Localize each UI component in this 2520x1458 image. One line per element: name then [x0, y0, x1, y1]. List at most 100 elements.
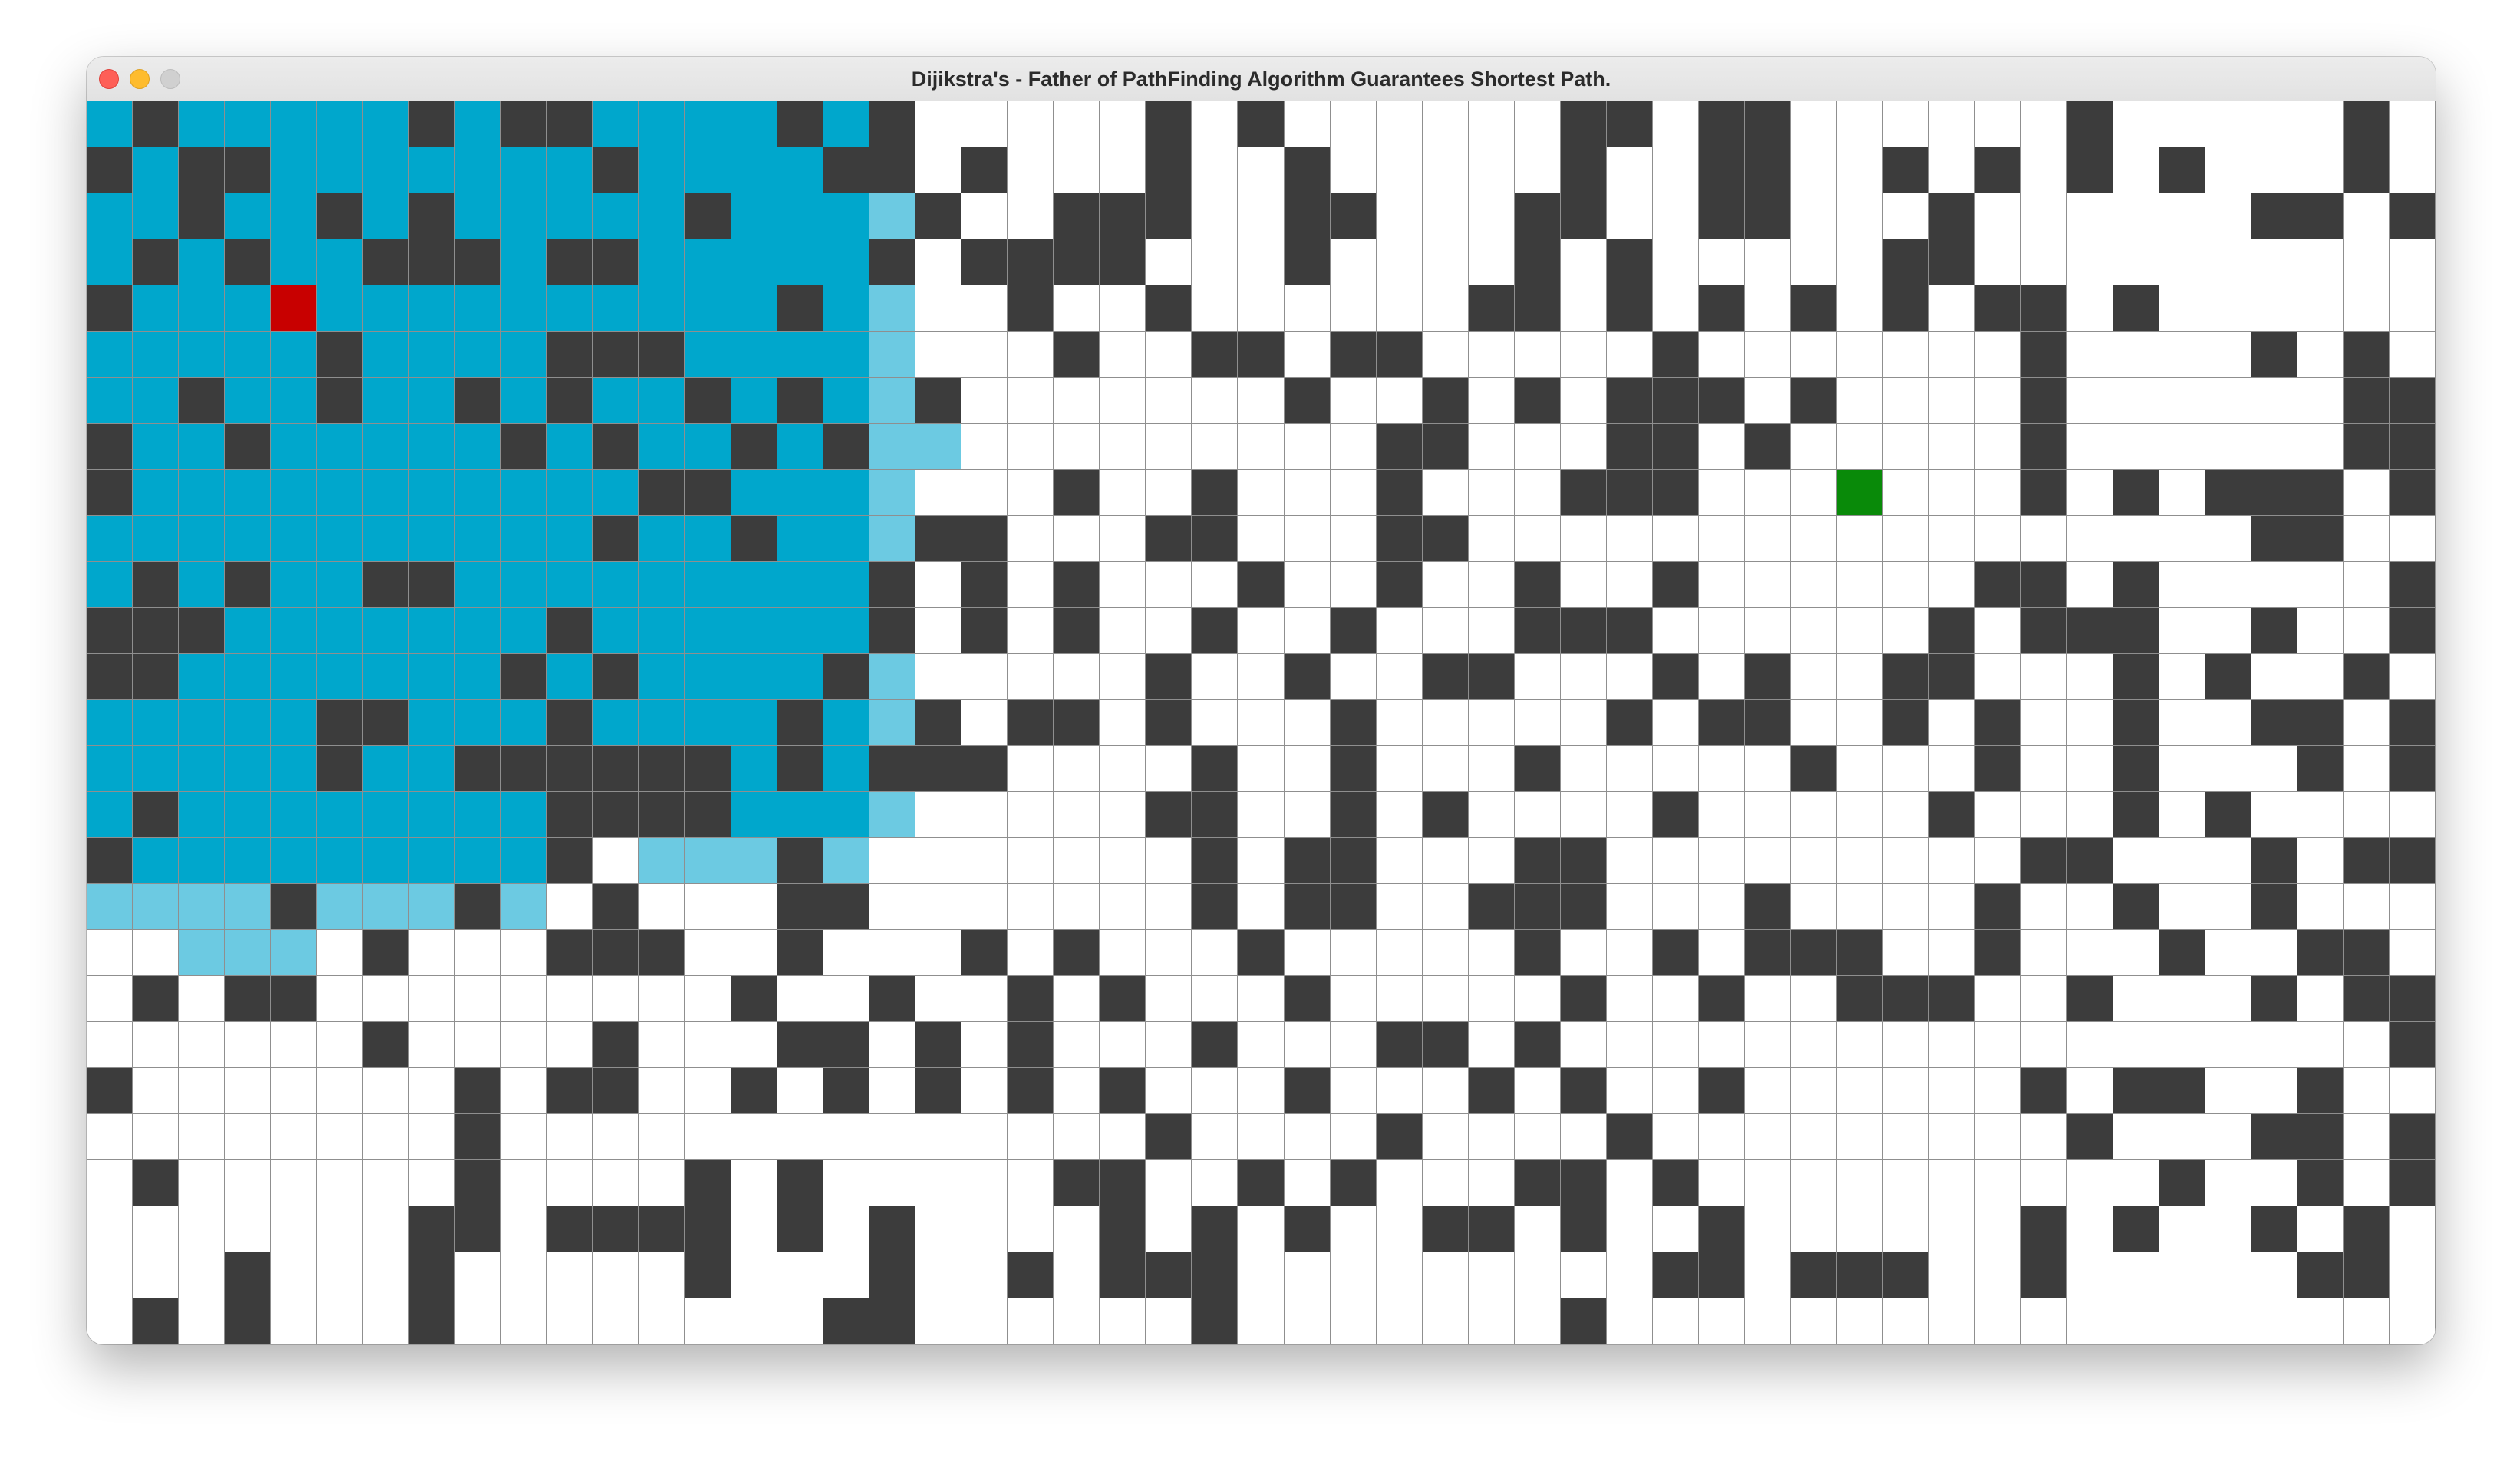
wall-cell[interactable] — [1514, 884, 1561, 930]
grid-cell[interactable] — [961, 654, 1008, 700]
grid-cell[interactable] — [1698, 792, 1745, 838]
wall-cell[interactable] — [1744, 930, 1791, 976]
grid-cell[interactable] — [1652, 1298, 1699, 1344]
grid-cell[interactable] — [409, 1068, 456, 1114]
wall-cell[interactable] — [593, 654, 640, 700]
grid-cell[interactable] — [1284, 1252, 1331, 1298]
visited-cell[interactable] — [823, 746, 870, 792]
visited-cell[interactable] — [363, 654, 410, 700]
grid-cell[interactable] — [1744, 838, 1791, 884]
wall-cell[interactable] — [1790, 930, 1837, 976]
grid-cell[interactable] — [1744, 470, 1791, 516]
wall-cell[interactable] — [593, 930, 640, 976]
grid-cell[interactable] — [1560, 700, 1607, 746]
grid-cell[interactable] — [1928, 101, 1975, 147]
grid-cell[interactable] — [2020, 516, 2067, 562]
frontier-cell[interactable] — [869, 332, 916, 378]
wall-cell[interactable] — [455, 884, 502, 930]
visited-cell[interactable] — [547, 193, 594, 239]
wall-cell[interactable] — [1284, 239, 1331, 285]
grid-cell[interactable] — [915, 1206, 962, 1252]
grid-cell[interactable] — [1790, 654, 1837, 700]
wall-cell[interactable] — [915, 378, 962, 424]
grid-cell[interactable] — [1376, 239, 1423, 285]
grid-cell[interactable] — [2159, 378, 2205, 424]
grid-cell[interactable] — [2159, 239, 2205, 285]
grid-cell[interactable] — [501, 976, 548, 1022]
wall-cell[interactable] — [685, 746, 732, 792]
grid-cell[interactable] — [1790, 101, 1837, 147]
wall-cell[interactable] — [2297, 1160, 2344, 1206]
wall-cell[interactable] — [961, 147, 1008, 193]
grid-cell[interactable] — [2297, 147, 2344, 193]
visited-cell[interactable] — [501, 378, 548, 424]
visited-cell[interactable] — [547, 516, 594, 562]
grid-cell[interactable] — [1238, 239, 1285, 285]
wall-cell[interactable] — [1238, 930, 1285, 976]
wall-cell[interactable] — [1192, 792, 1239, 838]
wall-cell[interactable] — [179, 147, 226, 193]
grid-cell[interactable] — [2343, 1022, 2390, 1068]
visited-cell[interactable] — [363, 838, 410, 884]
grid-cell[interactable] — [2113, 332, 2159, 378]
grid-cell[interactable] — [2020, 976, 2067, 1022]
wall-cell[interactable] — [1422, 516, 1469, 562]
visited-cell[interactable] — [593, 700, 640, 746]
grid-cell[interactable] — [2113, 1252, 2159, 1298]
wall-cell[interactable] — [1560, 976, 1607, 1022]
wall-cell[interactable] — [2343, 1252, 2390, 1298]
grid-cell[interactable] — [1928, 147, 1975, 193]
wall-cell[interactable] — [1652, 562, 1699, 608]
wall-cell[interactable] — [823, 147, 870, 193]
visited-cell[interactable] — [225, 285, 272, 332]
grid-cell[interactable] — [1652, 884, 1699, 930]
grid-cell[interactable] — [1468, 516, 1515, 562]
wall-cell[interactable] — [777, 1022, 824, 1068]
wall-cell[interactable] — [639, 930, 686, 976]
grid-cell[interactable] — [2113, 1114, 2159, 1160]
grid-cell[interactable] — [1514, 654, 1561, 700]
wall-cell[interactable] — [823, 884, 870, 930]
frontier-cell[interactable] — [639, 838, 686, 884]
grid-cell[interactable] — [731, 1298, 778, 1344]
grid-cell[interactable] — [1652, 976, 1699, 1022]
wall-cell[interactable] — [1652, 470, 1699, 516]
wall-cell[interactable] — [1008, 239, 1054, 285]
visited-cell[interactable] — [179, 470, 226, 516]
visited-cell[interactable] — [317, 470, 364, 516]
visited-cell[interactable] — [455, 101, 502, 147]
visited-cell[interactable] — [87, 700, 134, 746]
grid-cell[interactable] — [1376, 193, 1423, 239]
grid-cell[interactable] — [2297, 332, 2344, 378]
wall-cell[interactable] — [409, 562, 456, 608]
grid-cell[interactable] — [1560, 239, 1607, 285]
grid-cell[interactable] — [1836, 608, 1883, 654]
wall-cell[interactable] — [87, 838, 134, 884]
grid-cell[interactable] — [1330, 1298, 1377, 1344]
grid-cell[interactable] — [2066, 1160, 2113, 1206]
grid-cell[interactable] — [2066, 193, 2113, 239]
grid-cell[interactable] — [1330, 930, 1377, 976]
wall-cell[interactable] — [225, 562, 272, 608]
wall-cell[interactable] — [1836, 930, 1883, 976]
wall-cell[interactable] — [1008, 1252, 1054, 1298]
wall-cell[interactable] — [731, 424, 778, 470]
wall-cell[interactable] — [869, 976, 916, 1022]
wall-cell[interactable] — [915, 700, 962, 746]
visited-cell[interactable] — [133, 332, 180, 378]
wall-cell[interactable] — [2113, 792, 2159, 838]
grid-cell[interactable] — [2159, 424, 2205, 470]
grid-cell[interactable] — [2205, 1068, 2251, 1114]
grid-cell[interactable] — [1790, 1206, 1837, 1252]
wall-cell[interactable] — [317, 332, 364, 378]
grid-cell[interactable] — [2066, 1206, 2113, 1252]
wall-cell[interactable] — [455, 1068, 502, 1114]
grid-cell[interactable] — [1744, 332, 1791, 378]
wall-cell[interactable] — [593, 424, 640, 470]
grid-cell[interactable] — [1054, 378, 1100, 424]
grid-cell[interactable] — [1744, 608, 1791, 654]
grid-cell[interactable] — [1008, 101, 1054, 147]
grid-cell[interactable] — [1376, 654, 1423, 700]
wall-cell[interactable] — [2113, 470, 2159, 516]
wall-cell[interactable] — [1698, 147, 1745, 193]
